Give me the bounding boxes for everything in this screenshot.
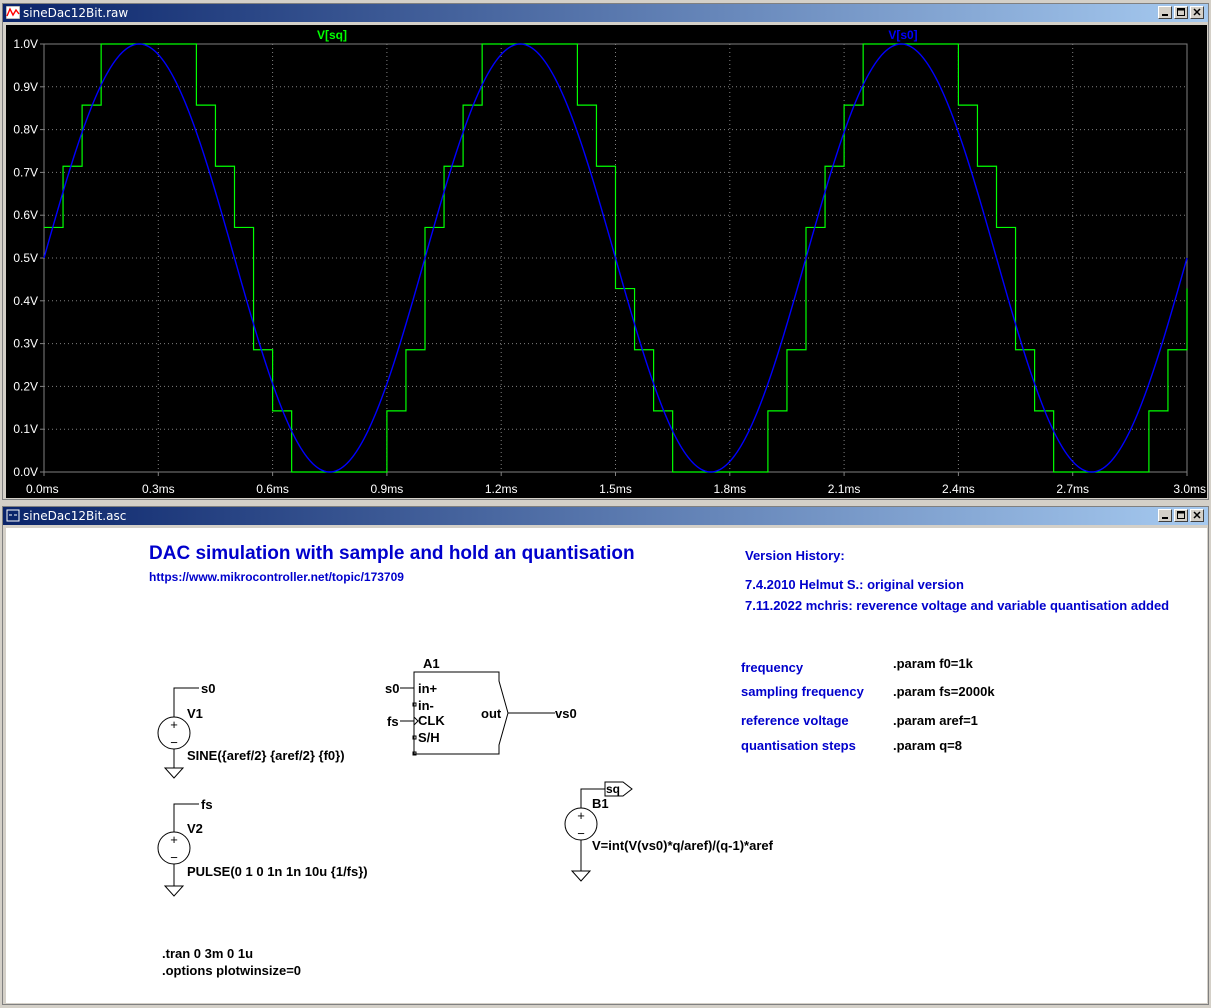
close-button[interactable]: [1190, 6, 1204, 19]
param-directive[interactable]: .param fs=2000k: [893, 684, 995, 699]
x-tick-label: 2.7ms: [1056, 482, 1089, 496]
maximize-button[interactable]: [1174, 6, 1188, 19]
y-tick-label: 0.4V: [13, 294, 38, 308]
sample-hold-a1[interactable]: A1 in+ in- CLK S/H out s0 fs vs0: [385, 656, 577, 756]
waveform-icon: [6, 6, 20, 19]
x-tick-label: 0.0ms: [26, 482, 59, 496]
y-tick-label: 1.0V: [13, 37, 38, 51]
schematic-canvas[interactable]: DAC simulation with sample and hold an q…: [6, 528, 1207, 1003]
param-label: sampling frequency: [741, 684, 865, 699]
schematic-icon: [6, 509, 20, 522]
svg-text:+: +: [170, 832, 178, 847]
waveform-chart[interactable]: 0.0V 0.1V 0.2V 0.3V 0.4V 0.5V 0.6V 0.7V 0.8V 0.9V…: [6, 25, 1207, 498]
plot-window[interactable]: sineDac12Bit.raw 0.0V 0.1V 0.2V 0.3V 0.4V 0.5…: [2, 3, 1209, 500]
net-label: s0: [201, 681, 215, 696]
svg-text:−: −: [577, 826, 585, 841]
param-label: frequency: [741, 660, 804, 675]
x-tick-label: 1.8ms: [713, 482, 746, 496]
param-directive[interactable]: .param f0=1k: [893, 656, 974, 671]
minimize-button[interactable]: [1158, 6, 1172, 19]
x-tick-label: 2.4ms: [942, 482, 975, 496]
x-tick-label: 0.3ms: [142, 482, 175, 496]
svg-text:+: +: [577, 808, 585, 823]
param-directive[interactable]: .param q=8: [893, 738, 962, 753]
x-tick-label: 0.9ms: [371, 482, 404, 496]
reference-url: https://www.mikrocontroller.net/topic/17…: [149, 570, 404, 584]
behavioral-source-b1[interactable]: + − sq B1 V=int(V(vs0)*q/aref)/(q-1)*are…: [564, 781, 774, 882]
svg-text:−: −: [170, 735, 178, 750]
voltage-source-v2[interactable]: + − fs V2 PULSE(0 1 0 1n 1n 10u {1/fs}): [157, 797, 368, 897]
schematic-window[interactable]: sineDac12Bit.asc DAC simulation with sam…: [2, 506, 1209, 1005]
net-label: s0: [385, 681, 399, 696]
minimize-button[interactable]: [1158, 509, 1172, 522]
voltage-source-v1[interactable]: + − s0 V1 SINE({aref/2} {aref/2} {f0}): [157, 681, 345, 779]
x-tick-label: 0.6ms: [256, 482, 289, 496]
component-name: V1: [187, 706, 203, 721]
trace-label[interactable]: V[sq]: [317, 28, 347, 42]
param-label: reference voltage: [741, 713, 849, 728]
component-value[interactable]: PULSE(0 1 0 1n 1n 10u {1/fs}): [187, 864, 368, 879]
schematic-titlebar[interactable]: sineDac12Bit.asc: [3, 507, 1208, 525]
component-name: A1: [423, 656, 440, 671]
net-label: fs: [201, 797, 213, 812]
pin-label: in-: [418, 698, 434, 713]
component-name: V2: [187, 821, 203, 836]
pin-label: in+: [418, 681, 438, 696]
pin-label: S/H: [418, 730, 440, 745]
maximize-button[interactable]: [1174, 509, 1188, 522]
spice-directive[interactable]: .tran 0 3m 0 1u: [162, 946, 253, 961]
component-value[interactable]: V=int(V(vs0)*q/aref)/(q-1)*aref: [592, 838, 774, 853]
x-tick-label: 3.0ms: [1173, 482, 1206, 496]
schematic-heading: DAC simulation with sample and hold an q…: [149, 543, 635, 564]
net-label: vs0: [555, 706, 577, 721]
plot-window-title: sineDac12Bit.raw: [23, 6, 129, 20]
svg-text:−: −: [170, 850, 178, 865]
plot-titlebar[interactable]: sineDac12Bit.raw: [3, 4, 1208, 22]
x-tick-label: 1.5ms: [599, 482, 632, 496]
y-tick-label: 0.7V: [13, 165, 38, 179]
plot-area[interactable]: 0.0V 0.1V 0.2V 0.3V 0.4V 0.5V 0.6V 0.7V 0.8V 0.9V…: [6, 25, 1207, 498]
close-button[interactable]: [1190, 509, 1204, 522]
net-label: sq: [606, 782, 620, 796]
y-tick-label: 0.8V: [13, 123, 38, 137]
component-name: B1: [592, 796, 609, 811]
pin-label: CLK: [418, 713, 445, 728]
y-tick-label: 0.3V: [13, 337, 38, 351]
param-label: quantisation steps: [741, 738, 856, 753]
component-value[interactable]: SINE({aref/2} {aref/2} {f0}): [187, 748, 345, 763]
x-tick-label: 1.2ms: [485, 482, 518, 496]
y-tick-label: 0.9V: [13, 80, 38, 94]
schematic-window-title: sineDac12Bit.asc: [23, 509, 127, 523]
y-tick-label: 0.0V: [13, 465, 38, 479]
spice-directive[interactable]: .options plotwinsize=0: [162, 963, 301, 978]
version-line: 7.4.2010 Helmut S.: original version: [745, 577, 964, 592]
version-line: 7.11.2022 mchris: reverence voltage and …: [745, 598, 1169, 613]
y-tick-label: 0.1V: [13, 422, 38, 436]
net-label: fs: [387, 714, 399, 729]
trace-label[interactable]: V[s0]: [888, 28, 917, 42]
pin-label: out: [481, 706, 502, 721]
svg-text:+: +: [170, 717, 178, 732]
param-directive[interactable]: .param aref=1: [893, 713, 978, 728]
version-history-title: Version History:: [745, 548, 845, 563]
y-tick-label: 0.5V: [13, 251, 38, 265]
x-tick-label: 2.1ms: [828, 482, 861, 496]
y-tick-label: 0.6V: [13, 208, 38, 222]
y-tick-label: 0.2V: [13, 379, 38, 393]
